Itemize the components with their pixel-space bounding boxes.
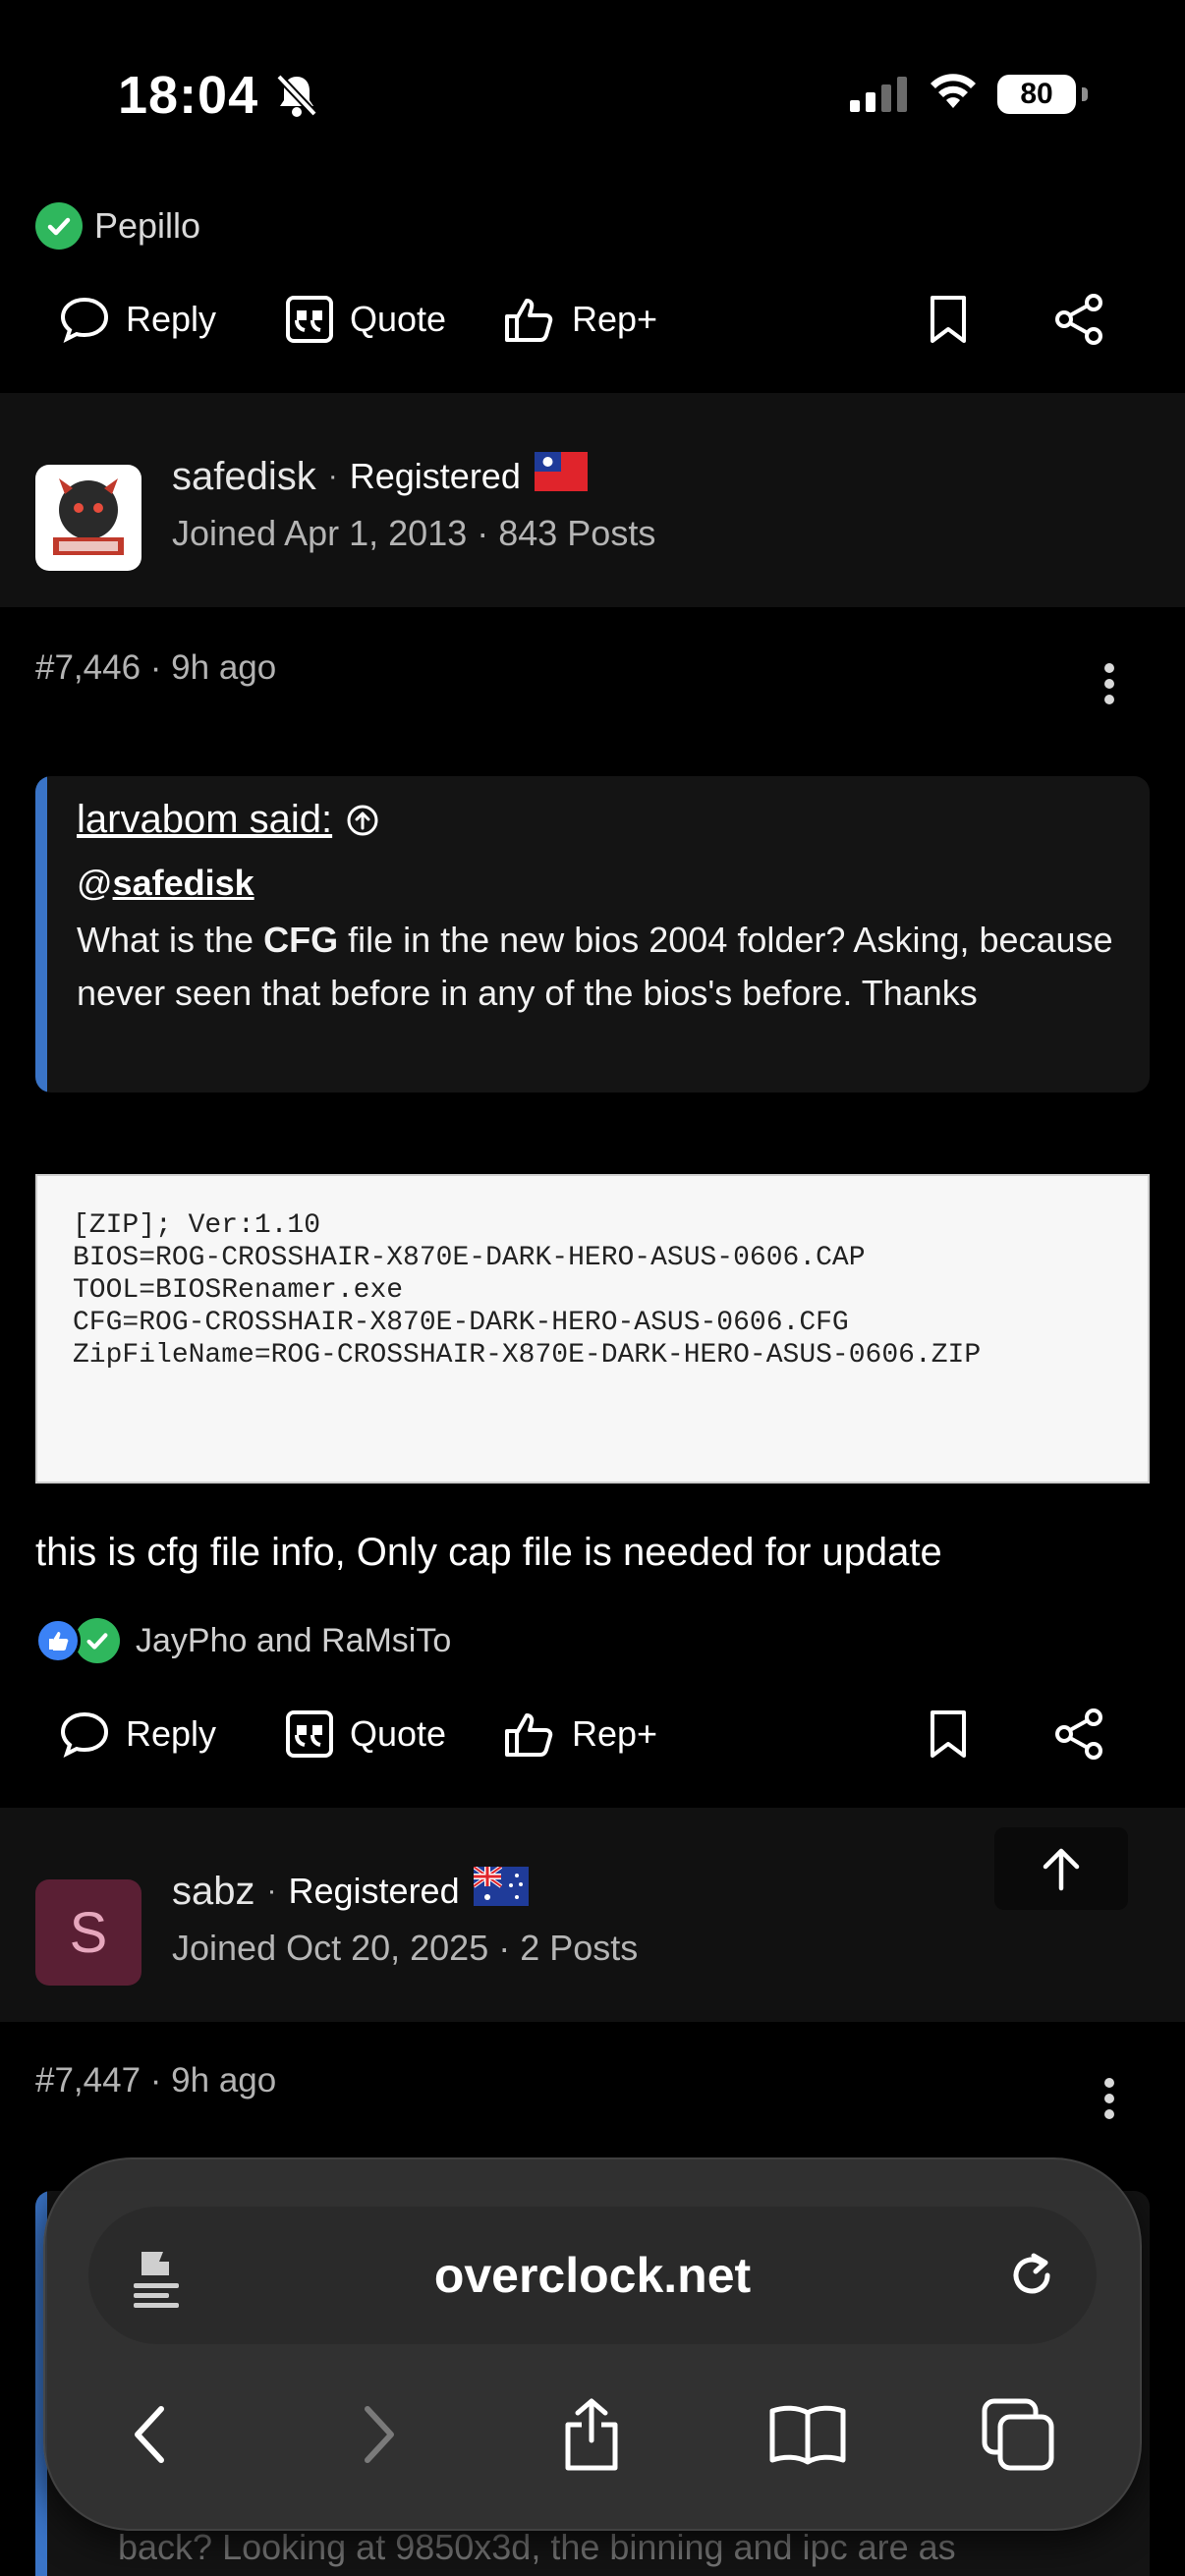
quote-label: Quote bbox=[350, 1713, 447, 1754]
reply-button[interactable]: Reply bbox=[59, 1680, 216, 1788]
quote-icon bbox=[286, 1710, 333, 1758]
arrow-up-circle-icon bbox=[347, 805, 378, 835]
browser-toolbar: overclock.net bbox=[43, 2157, 1142, 2531]
check-reaction-icon bbox=[35, 202, 83, 250]
chevron-right-icon bbox=[365, 2406, 394, 2463]
wifi-icon bbox=[929, 71, 978, 115]
reply-button[interactable]: Reply bbox=[59, 265, 216, 373]
thumbs-up-icon bbox=[505, 1713, 553, 1757]
share-button[interactable] bbox=[1040, 265, 1118, 373]
rep-button[interactable]: Rep+ bbox=[503, 265, 657, 373]
mention-username: safedisk bbox=[112, 863, 254, 903]
previous-post-reactions: Pepillo bbox=[35, 196, 200, 255]
post-reactions[interactable]: JayPho and RaMsiTo bbox=[35, 1611, 451, 1670]
reacted-user-name: Pepillo bbox=[94, 205, 201, 246]
cellular-signal-icon bbox=[850, 77, 909, 117]
post-author-card: safedisk · Registered Joined Apr 1, 2013… bbox=[0, 393, 1185, 607]
chevron-left-icon bbox=[135, 2406, 164, 2463]
address-bar[interactable]: overclock.net bbox=[88, 2207, 1097, 2344]
post-action-bar: Reply Quote Rep+ bbox=[0, 265, 1185, 373]
more-options-icon[interactable] bbox=[1097, 654, 1122, 713]
username[interactable]: safedisk bbox=[172, 455, 316, 499]
url-text: overclock.net bbox=[433, 2248, 752, 2303]
user-joined-info: Joined Oct 20, 2025 · 2 Posts bbox=[172, 1928, 639, 1968]
quote-button[interactable]: Quote bbox=[285, 265, 446, 373]
arrow-up-icon bbox=[1043, 1848, 1080, 1891]
post-body: this is cfg file info, Only cap file is … bbox=[35, 1531, 942, 1574]
attached-image-text: [ZIP]; Ver:1.10 BIOS=ROG-CROSSHAIR-X870E… bbox=[73, 1210, 982, 1371]
battery-icon: 80 bbox=[997, 75, 1088, 114]
reply-label: Reply bbox=[126, 1713, 217, 1754]
like-reaction-icon bbox=[35, 1618, 81, 1663]
thumbs-up-icon bbox=[505, 299, 553, 342]
more-options-icon[interactable] bbox=[1097, 2069, 1122, 2128]
reaction-users: JayPho and RaMsiTo bbox=[136, 1621, 452, 1659]
forward-button[interactable] bbox=[330, 2385, 428, 2484]
australia-flag-icon bbox=[472, 1865, 529, 1916]
check-reaction-icon bbox=[75, 1618, 120, 1663]
speech-bubble-icon bbox=[60, 1711, 109, 1758]
open-book-icon bbox=[769, 2405, 846, 2465]
rep-label: Rep+ bbox=[572, 299, 658, 339]
bookmark-icon bbox=[931, 1710, 966, 1758]
reload-icon[interactable] bbox=[1002, 2244, 1061, 2312]
post-number[interactable]: #7,447 bbox=[35, 2061, 141, 2100]
bookmark-icon bbox=[931, 296, 966, 343]
quote-author-link[interactable]: larvabom said: bbox=[77, 798, 379, 842]
bookmark-button[interactable] bbox=[909, 265, 988, 373]
battery-level: 80 bbox=[997, 75, 1076, 114]
post-meta: #7,446 · 9h ago bbox=[35, 648, 277, 687]
user-role: Registered bbox=[288, 1871, 460, 1911]
avatar[interactable]: S bbox=[35, 1879, 141, 1986]
user-joined-info: Joined Apr 1, 2013 · 843 Posts bbox=[172, 513, 656, 553]
username[interactable]: sabz bbox=[172, 1870, 255, 1914]
quote-block: larvabom said: @safedisk What is the CFG… bbox=[35, 776, 1150, 1092]
quote-icon bbox=[286, 296, 333, 343]
quote-label: Quote bbox=[350, 299, 447, 339]
post-action-bar: Reply Quote Rep+ bbox=[0, 1680, 1185, 1788]
quote-mention[interactable]: @safedisk bbox=[77, 863, 254, 904]
post-age: 9h ago bbox=[171, 2061, 277, 2100]
scroll-to-top-button[interactable] bbox=[994, 1827, 1128, 1910]
bookmark-button[interactable] bbox=[909, 1680, 988, 1788]
silent-mode-icon bbox=[275, 73, 318, 123]
share-up-icon bbox=[565, 2398, 618, 2471]
back-button[interactable] bbox=[100, 2385, 198, 2484]
status-bar: 18:04 80 bbox=[0, 0, 1185, 187]
avatar[interactable] bbox=[35, 465, 141, 571]
user-line: safedisk · Registered bbox=[172, 452, 588, 501]
quote-author: larvabom said: bbox=[77, 798, 333, 841]
post-meta: #7,447 · 9h ago bbox=[35, 2061, 277, 2100]
quote-preview-text: back? Looking at 9850x3d, the binning an… bbox=[118, 2527, 956, 2567]
rep-label: Rep+ bbox=[572, 1713, 658, 1754]
taiwan-flag-icon bbox=[534, 452, 588, 501]
tabs-icon bbox=[982, 2398, 1054, 2471]
attached-image[interactable]: [ZIP]; Ver:1.10 BIOS=ROG-CROSSHAIR-X870E… bbox=[35, 1174, 1150, 1484]
user-line: sabz · Registered bbox=[172, 1865, 529, 1916]
tabs-button[interactable] bbox=[969, 2385, 1067, 2484]
share-button[interactable] bbox=[1040, 1680, 1118, 1788]
post-number[interactable]: #7,446 bbox=[35, 648, 141, 687]
bookmarks-button[interactable] bbox=[759, 2385, 857, 2484]
share-icon bbox=[1055, 1708, 1102, 1760]
share-icon bbox=[1055, 294, 1102, 345]
quote-body: What is the CFG file in the new bios 200… bbox=[77, 920, 1113, 1013]
rep-button[interactable]: Rep+ bbox=[503, 1680, 657, 1788]
user-role: Registered bbox=[349, 456, 521, 496]
quote-button[interactable]: Quote bbox=[285, 1680, 446, 1788]
status-time: 18:04 bbox=[118, 66, 259, 125]
share-page-button[interactable] bbox=[542, 2385, 641, 2484]
speech-bubble-icon bbox=[60, 297, 109, 343]
post-age: 9h ago bbox=[171, 648, 277, 687]
reply-label: Reply bbox=[126, 299, 217, 339]
